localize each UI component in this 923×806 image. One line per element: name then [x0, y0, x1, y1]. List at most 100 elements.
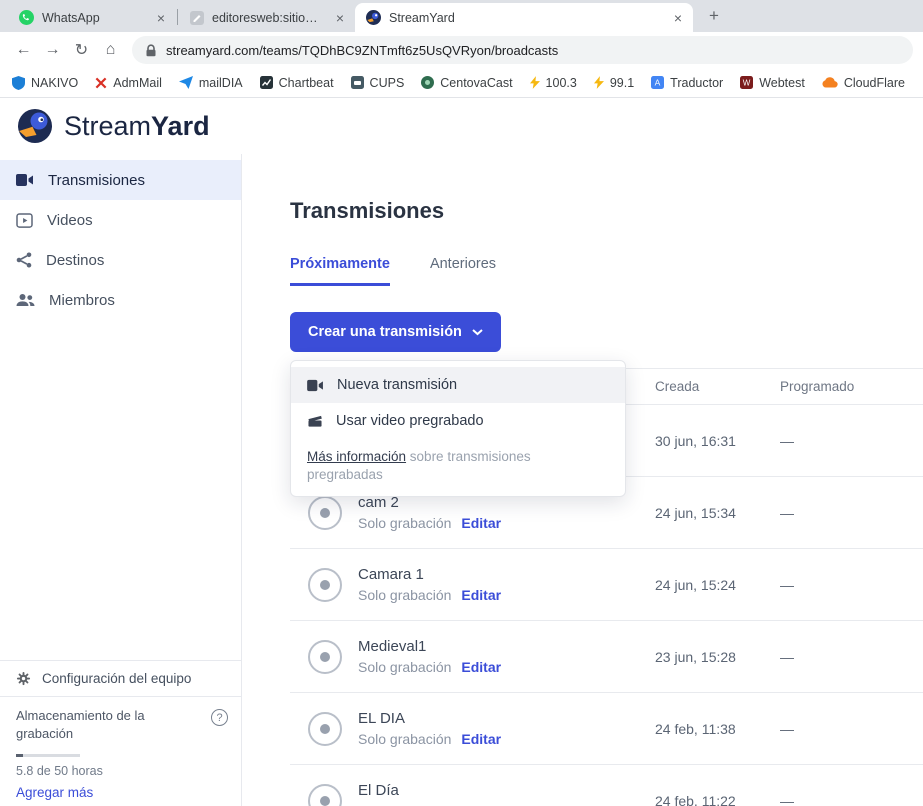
bookmark-label: 99.1 — [610, 76, 634, 90]
team-settings-label: Configuración del equipo — [42, 671, 191, 686]
row-title: El Día — [358, 782, 501, 799]
row-title: EL DIA — [358, 710, 501, 727]
browser-toolbar: ← → ↻ ⌂ streamyard.com/teams/TQDhBC9ZNTm… — [0, 32, 923, 68]
sidebar-item-label: Miembros — [49, 292, 115, 309]
bookmark-traductor[interactable]: A Traductor — [651, 76, 723, 90]
tab-proximamente[interactable]: Próximamente — [290, 256, 390, 286]
column-header-created: Creada — [655, 379, 780, 394]
tab-anteriores[interactable]: Anteriores — [430, 256, 496, 286]
screen: WhatsApp × editoresweb:sitioweb:eldia.co… — [0, 0, 923, 806]
translate-icon: A — [651, 76, 664, 89]
sidebar-item-miembros[interactable]: Miembros — [0, 280, 241, 320]
storage-progress — [16, 754, 80, 757]
row-scheduled: — — [780, 433, 923, 449]
bookmark-label: CentovaCast — [440, 76, 512, 90]
tab-title: editoresweb:sitioweb:eldia.co — [212, 11, 325, 25]
chart-icon — [260, 76, 273, 89]
edit-link[interactable]: Editar — [461, 515, 501, 531]
bookmark-cups[interactable]: CUPS — [351, 76, 405, 90]
tab-close-icon[interactable]: × — [671, 10, 685, 26]
bookmark-chartbeat[interactable]: Chartbeat — [260, 76, 334, 90]
help-icon[interactable]: ? — [211, 709, 228, 726]
forward-button[interactable]: → — [39, 37, 66, 64]
browser-tab-strip: WhatsApp × editoresweb:sitioweb:eldia.co… — [0, 0, 923, 32]
bookmark-radio-99-1[interactable]: 99.1 — [594, 76, 634, 90]
more-info-link[interactable]: Más información — [307, 449, 406, 464]
address-bar[interactable]: streamyard.com/teams/TQDhBC9ZNTmft6z5UsQ… — [132, 36, 913, 64]
bolt-icon — [530, 76, 540, 89]
row-created: 30 jun, 16:31 — [655, 433, 780, 449]
lock-icon — [145, 44, 157, 57]
sidebar-item-videos[interactable]: Videos — [0, 200, 241, 240]
row-scheduled: — — [780, 793, 923, 806]
record-icon — [308, 496, 342, 530]
bolt-icon — [594, 76, 604, 89]
streamyard-logo[interactable]: StreamYard — [16, 107, 210, 145]
printer-icon — [351, 76, 364, 89]
tab-close-icon[interactable]: × — [154, 10, 168, 26]
record-icon — [308, 784, 342, 806]
bookmark-maildia[interactable]: mailDIA — [179, 76, 243, 90]
streamyard-favicon — [366, 10, 381, 25]
camera-icon — [16, 173, 34, 187]
mail-x-icon — [95, 77, 107, 89]
storage-usage: 5.8 de 50 horas — [16, 764, 225, 778]
menu-item-use-prerecorded[interactable]: Usar video pregrabado — [291, 403, 625, 439]
bird-icon — [179, 76, 193, 89]
whatsapp-icon — [19, 10, 34, 25]
table-row: Medieval1 Solo grabaciónEditar 23 jun, 1… — [290, 621, 923, 693]
create-broadcast-button[interactable]: Crear una transmisión — [290, 312, 501, 352]
bookmark-admmail[interactable]: AdmMail — [95, 76, 162, 90]
svg-text:A: A — [655, 78, 661, 88]
sidebar-item-label: Videos — [47, 212, 93, 229]
bookmark-centovacast[interactable]: CentovaCast — [421, 76, 512, 90]
site-icon — [190, 11, 204, 25]
url-text: streamyard.com/teams/TQDhBC9ZNTmft6z5UsQ… — [166, 43, 558, 58]
back-button[interactable]: ← — [10, 37, 37, 64]
sidebar-item-destinos[interactable]: Destinos — [0, 240, 241, 280]
page-title: Transmisiones — [290, 198, 923, 224]
clapperboard-icon — [307, 414, 323, 428]
edit-link[interactable]: Editar — [461, 731, 501, 747]
bookmark-webtest[interactable]: W Webtest — [740, 76, 805, 90]
bookmark-cloudflare[interactable]: CloudFlare — [822, 76, 905, 90]
edit-link[interactable]: Editar — [461, 587, 501, 603]
bookmark-label: NAKIVO — [31, 76, 78, 90]
bookmark-radio-100-3[interactable]: 100.3 — [530, 76, 577, 90]
shield-icon — [12, 76, 25, 90]
sidebar-item-label: Transmisiones — [48, 172, 145, 189]
tab-separator — [177, 9, 178, 25]
row-title: Camara 1 — [358, 566, 501, 583]
people-icon — [16, 293, 35, 307]
tab-close-icon[interactable]: × — [333, 10, 347, 26]
tab-streamyard[interactable]: StreamYard × — [355, 3, 693, 32]
bookmark-label: Traductor — [670, 76, 723, 90]
sidebar-footer: Configuración del equipo Almacenamiento … — [0, 660, 241, 806]
column-header-scheduled: Programado — [780, 379, 923, 394]
menu-item-new-broadcast[interactable]: Nueva transmisión — [291, 367, 625, 403]
svg-text:W: W — [743, 79, 751, 88]
new-tab-button[interactable]: + — [701, 3, 727, 29]
bookmark-nakivo[interactable]: NAKIVO — [12, 76, 78, 90]
sidebar-item-transmisiones[interactable]: Transmisiones — [0, 160, 241, 200]
team-settings-button[interactable]: Configuración del equipo — [0, 660, 241, 696]
row-scheduled: — — [780, 721, 923, 737]
bookmarks-bar: NAKIVO AdmMail mailDIA Chartbeat CUPS Ce… — [0, 68, 923, 98]
bookmark-label: 100.3 — [546, 76, 577, 90]
storage-label: Almacenamiento de la grabación — [16, 707, 168, 743]
create-menu: Nueva transmisión Usar video pregrabado … — [290, 360, 626, 497]
tab-eldia-site[interactable]: editoresweb:sitioweb:eldia.co × — [179, 3, 355, 32]
tab-whatsapp[interactable]: WhatsApp × — [8, 3, 176, 32]
add-more-link[interactable]: Agregar más — [16, 785, 225, 800]
bookmark-label: Chartbeat — [279, 76, 334, 90]
edit-link[interactable]: Editar — [461, 659, 501, 675]
reload-button[interactable]: ↻ — [68, 37, 95, 64]
row-created: 23 jun, 15:28 — [655, 649, 780, 665]
row-created: 24 jun, 15:34 — [655, 505, 780, 521]
bookmark-label: Webtest — [759, 76, 805, 90]
storage-section: Almacenamiento de la grabación ? 5.8 de … — [0, 696, 241, 806]
brand-wordmark: StreamYard — [64, 111, 210, 142]
bookmark-label: mailDIA — [199, 76, 243, 90]
home-button[interactable]: ⌂ — [97, 37, 124, 64]
sidebar: Transmisiones Videos Destinos Miembros C… — [0, 154, 242, 806]
